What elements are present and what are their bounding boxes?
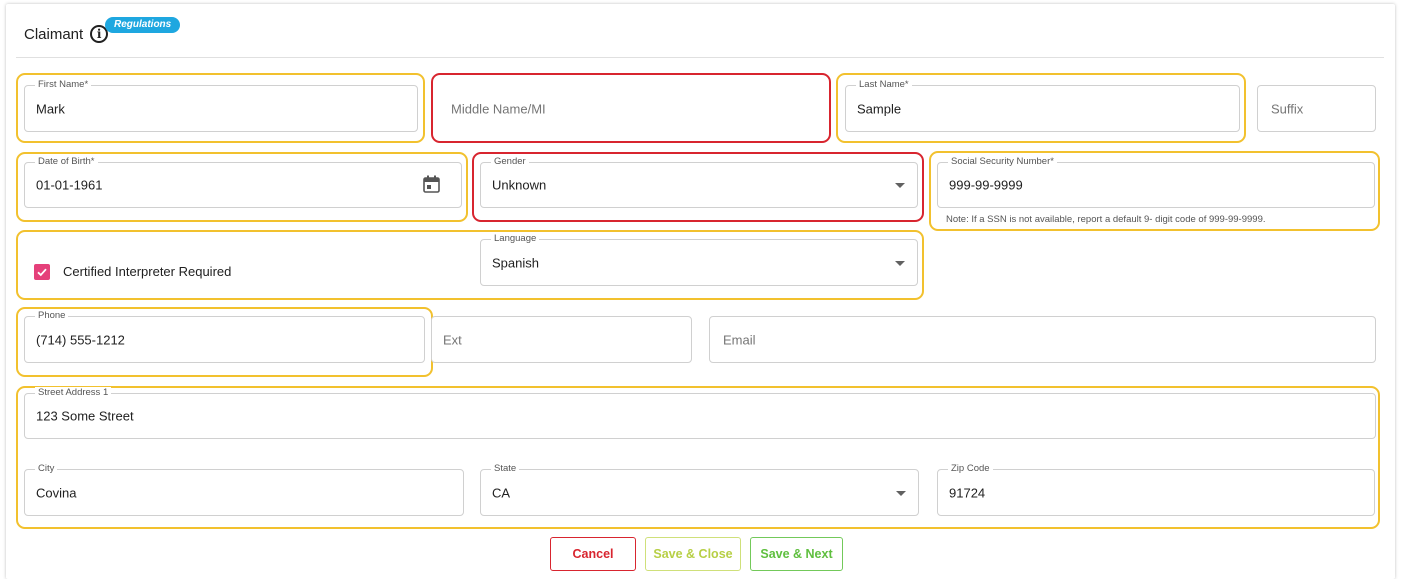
gender-value: Unknown: [492, 177, 547, 193]
ext-field[interactable]: Ext: [431, 316, 692, 363]
suffix-placeholder: Suffix: [1271, 101, 1304, 116]
city-label: City: [35, 463, 58, 475]
email-placeholder: Email: [723, 332, 756, 347]
dob-field[interactable]: Date of Birth* 01-01-1961: [24, 156, 462, 208]
first-name-value: Mark: [36, 101, 65, 116]
middle-name-placeholder: Middle Name/MI: [451, 101, 546, 116]
ssn-label: Social Security Number*: [948, 156, 1057, 168]
save-and-close-button[interactable]: Save & Close: [645, 537, 741, 571]
chevron-down-icon: [895, 183, 905, 188]
email-field[interactable]: Email: [709, 316, 1376, 363]
state-label: State: [491, 463, 520, 475]
last-name-field[interactable]: Last Name* Sample: [845, 79, 1240, 132]
language-label: Language: [491, 233, 540, 245]
ext-placeholder: Ext: [443, 332, 462, 347]
phone-field[interactable]: Phone (714) 555-1212: [24, 310, 425, 363]
last-name-value: Sample: [857, 101, 902, 116]
section-title: Claimant: [24, 25, 84, 43]
first-name-label: First Name*: [35, 79, 92, 91]
street-address-1-value: 123 Some Street: [36, 408, 134, 424]
ssn-note: Note: If a SSN is not available, report …: [946, 214, 1266, 225]
phone-value: (714) 555-1212: [36, 332, 125, 347]
language-select[interactable]: Language Spanish: [480, 233, 918, 286]
calendar-icon[interactable]: [423, 175, 440, 193]
interpreter-label[interactable]: Certified Interpreter Required: [63, 264, 231, 279]
zip-code-field[interactable]: Zip Code 91724: [937, 463, 1375, 516]
section-header: Claimant i: [24, 22, 109, 46]
save-and-next-button[interactable]: Save & Next: [750, 537, 843, 571]
middle-name-field[interactable]: Middle Name/MI: [437, 85, 824, 132]
state-select[interactable]: State CA: [480, 463, 919, 516]
zip-code-value: 91724: [949, 485, 986, 500]
first-name-field[interactable]: First Name* Mark: [24, 79, 418, 132]
last-name-label: Last Name*: [856, 79, 912, 91]
chevron-down-icon: [896, 490, 906, 496]
header-divider: [16, 57, 1384, 58]
ssn-field[interactable]: Social Security Number* 999-99-9999: [937, 156, 1375, 208]
dob-label: Date of Birth*: [35, 156, 98, 168]
regulations-badge[interactable]: Regulations: [105, 17, 181, 33]
cancel-button[interactable]: Cancel: [550, 537, 636, 571]
city-value: Covina: [36, 485, 77, 500]
phone-label: Phone: [35, 310, 69, 322]
city-field[interactable]: City Covina: [24, 463, 464, 516]
street-address-1-label: Street Address 1: [35, 387, 112, 399]
chevron-down-icon: [895, 260, 905, 266]
state-value: CA: [492, 485, 511, 500]
suffix-field[interactable]: Suffix: [1257, 85, 1376, 132]
street-address-1-field[interactable]: Street Address 1 123 Some Street: [24, 387, 1376, 439]
zip-code-label: Zip Code: [948, 463, 993, 475]
language-value: Spanish: [492, 255, 539, 270]
gender-label: Gender: [491, 156, 529, 168]
gender-select[interactable]: Gender Unknown: [480, 156, 918, 208]
checkmark-icon: [37, 268, 47, 277]
dob-value: 01-01-1961: [36, 177, 103, 193]
interpreter-checkbox[interactable]: [34, 264, 50, 280]
ssn-value: 999-99-9999: [949, 177, 1023, 193]
